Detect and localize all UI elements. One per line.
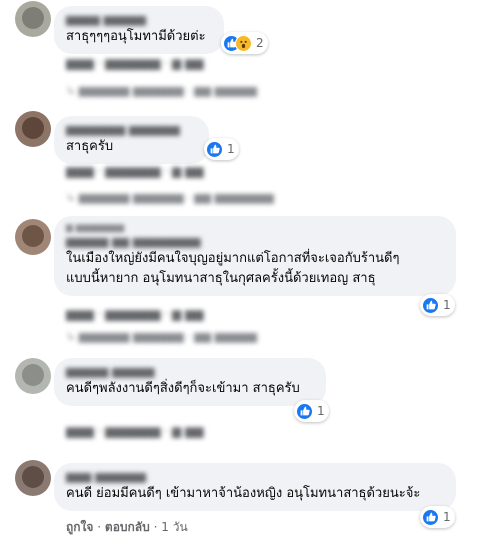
comment-text: แบบนี้หายาก อนุโมทนาสาธุในกุศลครั้งนี้ด้… [66, 271, 376, 286]
avatar[interactable] [15, 219, 51, 255]
reaction-count: 1 [443, 298, 451, 312]
reactions-pill[interactable]: 1 [420, 294, 455, 316]
like-icon [206, 140, 223, 158]
comment-text: คนดี ย่อมมีคนดีๆ เข้ามาหาจ้าน้องหญิง อนุ… [66, 486, 421, 501]
replies-link-redacted[interactable]: ↳ ▆▆▆▆▆▆ ▆▆▆▆▆▆ · ▆▆ ▆▆▆▆▆▆▆ [66, 191, 274, 204]
like-icon [422, 508, 439, 526]
reactions-pill[interactable]: 1 [204, 138, 239, 160]
reactions-pill[interactable]: 2 [221, 32, 268, 54]
comment-actions-redacted[interactable]: ▆▆▆ · ▆▆▆▆▆▆ · ▆ ▆▆ [66, 424, 203, 438]
separator: · [153, 520, 158, 534]
like-icon [296, 402, 313, 420]
reaction-count: 1 [443, 510, 451, 524]
comment-age-link[interactable]: 1 วัน [161, 520, 187, 534]
commenter-name-redacted: ▆▆▆▆▆ ▆▆▆▆▆ [66, 365, 155, 378]
like-icon [422, 296, 439, 314]
replies-link-redacted[interactable]: ↳ ▆▆▆▆▆▆ ▆▆▆▆▆▆ · ▆▆ ▆▆▆▆▆ [66, 84, 257, 97]
avatar[interactable] [15, 1, 51, 37]
commenter-name-redacted: ▆▆▆▆▆ ▆▆ ▆▆▆▆▆▆▆▆ [66, 235, 201, 248]
avatar[interactable] [15, 460, 51, 496]
comment-bubble: ▆▆▆▆ ▆▆▆▆▆ สาธุๆๆๆอนุโมทามีด้วยต่ะ [54, 6, 224, 54]
reaction-count: 2 [256, 36, 264, 50]
comment-text: ในเมืองใหญ่ยังมีคนใจบุญอยู่มากแต่โอกาสที… [66, 251, 400, 266]
avatar[interactable] [15, 358, 51, 394]
commenter-name-redacted: ▆▆▆▆▆▆▆ ▆▆▆▆▆▆ [66, 123, 180, 136]
replies-link-redacted[interactable]: ↳ ▆▆▆▆▆▆ ▆▆▆▆▆▆ · ▆▆ ▆▆▆▆▆ [66, 330, 257, 343]
comment-bubble: ▆▆▆ ▆▆▆▆▆▆ คนดี ย่อมมีคนดีๆ เข้ามาหาจ้าน… [54, 463, 456, 511]
badge-redacted: ▆ ▆▆▆▆▆▆▆ [66, 223, 125, 233]
reaction-count: 1 [227, 142, 235, 156]
comment-text: สาธุๆๆๆอนุโมทามีด้วยต่ะ [66, 29, 206, 44]
reply-link[interactable]: ตอบกลับ [105, 520, 150, 534]
wow-icon [235, 34, 252, 52]
avatar[interactable] [15, 111, 51, 147]
like-link[interactable]: ถูกใจ [66, 520, 93, 534]
comment-actions-redacted[interactable]: ▆▆▆ · ▆▆▆▆▆▆ · ▆ ▆▆ [66, 56, 203, 70]
commenter-name-redacted: ▆▆▆▆ ▆▆▆▆▆ [66, 13, 146, 26]
comment-bubble: ▆▆▆▆▆ ▆▆▆▆▆ คนดีๆพลังงานดีๆสิ่งดีๆก็จะเข… [54, 358, 326, 406]
comment-actions: ถูกใจ · ตอบกลับ · 1 วัน [66, 518, 188, 536]
comment-text: คนดีๆพลังงานดีๆสิ่งดีๆก็จะเข้ามา สาธุครั… [66, 381, 300, 396]
reactions-pill[interactable]: 1 [420, 506, 455, 528]
reaction-count: 1 [317, 404, 325, 418]
commenter-name-redacted: ▆▆▆ ▆▆▆▆▆▆ [66, 470, 146, 483]
separator: · [97, 520, 102, 534]
comment-actions-redacted[interactable]: ▆▆▆ · ▆▆▆▆▆▆ · ▆ ▆▆ [66, 307, 203, 321]
comment-actions-redacted[interactable]: ▆▆▆ · ▆▆▆▆▆▆ · ▆ ▆▆ [66, 164, 203, 178]
reactions-pill[interactable]: 1 [294, 400, 329, 422]
comment-bubble: ▆▆▆▆▆▆▆ ▆▆▆▆▆▆ สาธุครับ [54, 116, 209, 164]
comment-bubble: ▆ ▆▆▆▆▆▆▆ ▆▆▆▆▆ ▆▆ ▆▆▆▆▆▆▆▆ ในเมืองใหญ่ย… [54, 216, 456, 296]
comment-text: สาธุครับ [66, 139, 114, 154]
